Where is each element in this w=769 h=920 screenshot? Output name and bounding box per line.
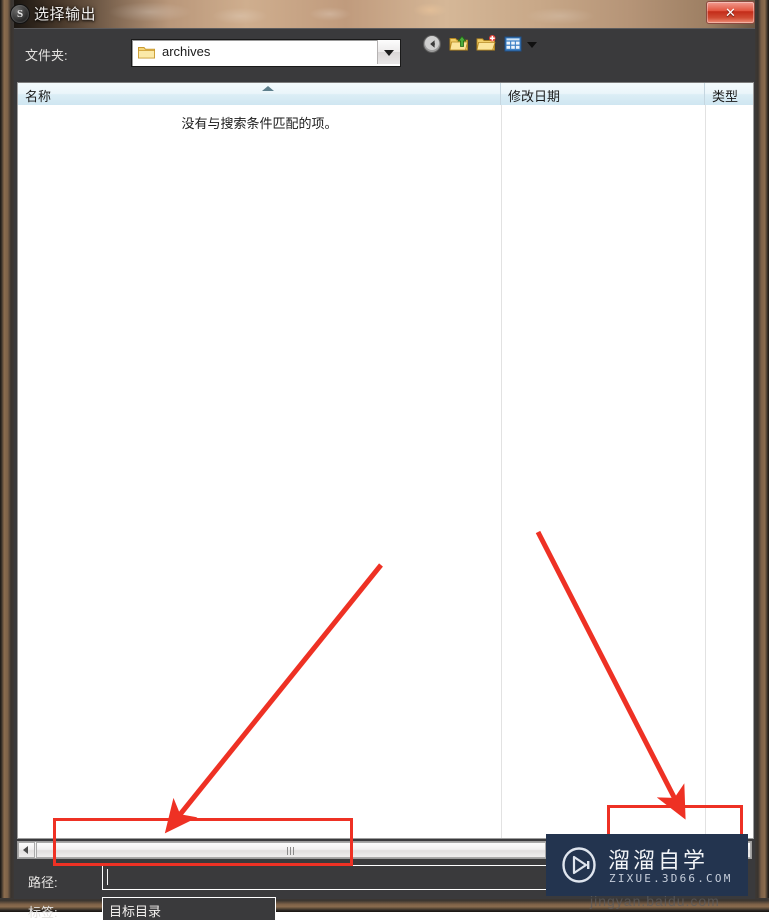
up-one-level-icon[interactable] [449, 34, 469, 54]
dialog-client-area: 文件夹: archives 名称 修改日期 类型 没有与搜索条件匹配的项。 路径… [14, 28, 755, 920]
scroll-left-icon[interactable] [18, 842, 35, 858]
watermark-overlay: 溜溜自学 ZIXUE.3D66.COM [546, 834, 748, 896]
column-divider [501, 105, 502, 838]
views-grid-icon[interactable] [503, 34, 523, 54]
play-triangle-icon [562, 847, 596, 883]
watermark-brand: 溜溜自学 [608, 849, 709, 874]
column-header-type-label: 类型 [712, 89, 739, 104]
file-list-body[interactable]: 没有与搜索条件匹配的项。 [18, 105, 753, 838]
column-header-date-label: 修改日期 [508, 89, 561, 104]
chevron-down-icon[interactable] [377, 40, 400, 64]
watermark-url: ZIXUE.3D66.COM [609, 872, 733, 885]
tag-input-value: 目标目录 [109, 904, 162, 919]
column-header-date[interactable]: 修改日期 [501, 83, 705, 105]
tag-input[interactable]: 目标目录 [102, 897, 276, 920]
screenshot-root: S 选择输出 文件夹: archives [0, 0, 769, 920]
folder-combobox-value: archives [162, 44, 211, 59]
window-frame-left [0, 0, 14, 912]
sort-ascending-icon [262, 86, 274, 91]
file-list: 名称 修改日期 类型 没有与搜索条件匹配的项。 [17, 82, 754, 839]
close-button[interactable] [706, 1, 755, 24]
column-header-type[interactable]: 类型 [705, 83, 753, 105]
scrollbar-thumb[interactable] [36, 842, 546, 858]
window-title: 选择输出 [34, 6, 97, 23]
text-caret [107, 869, 108, 885]
title-bar[interactable]: S 选择输出 [0, 0, 769, 28]
empty-list-message: 没有与搜索条件匹配的项。 [181, 116, 338, 131]
column-divider [705, 105, 706, 838]
folder-combobox[interactable]: archives [131, 39, 401, 67]
tag-label: 标签: [28, 905, 58, 920]
path-label: 路径: [28, 875, 58, 890]
views-chevron-down-icon[interactable] [527, 42, 537, 48]
column-header-name[interactable]: 名称 [18, 83, 501, 105]
sketchup-s-icon: S [10, 4, 30, 24]
folder-icon [138, 47, 155, 59]
look-in-row: 文件夹: archives [14, 39, 755, 69]
look-in-label: 文件夹: [25, 48, 68, 63]
column-header-name-label: 名称 [25, 89, 52, 104]
file-list-header: 名称 修改日期 类型 [18, 83, 753, 106]
scroll-grip-icon [287, 847, 296, 855]
window-frame-right [755, 0, 769, 912]
back-arrow-icon[interactable] [422, 34, 442, 54]
new-folder-icon[interactable] [476, 34, 496, 54]
select-output-dialog: S 选择输出 文件夹: archives [0, 0, 769, 920]
